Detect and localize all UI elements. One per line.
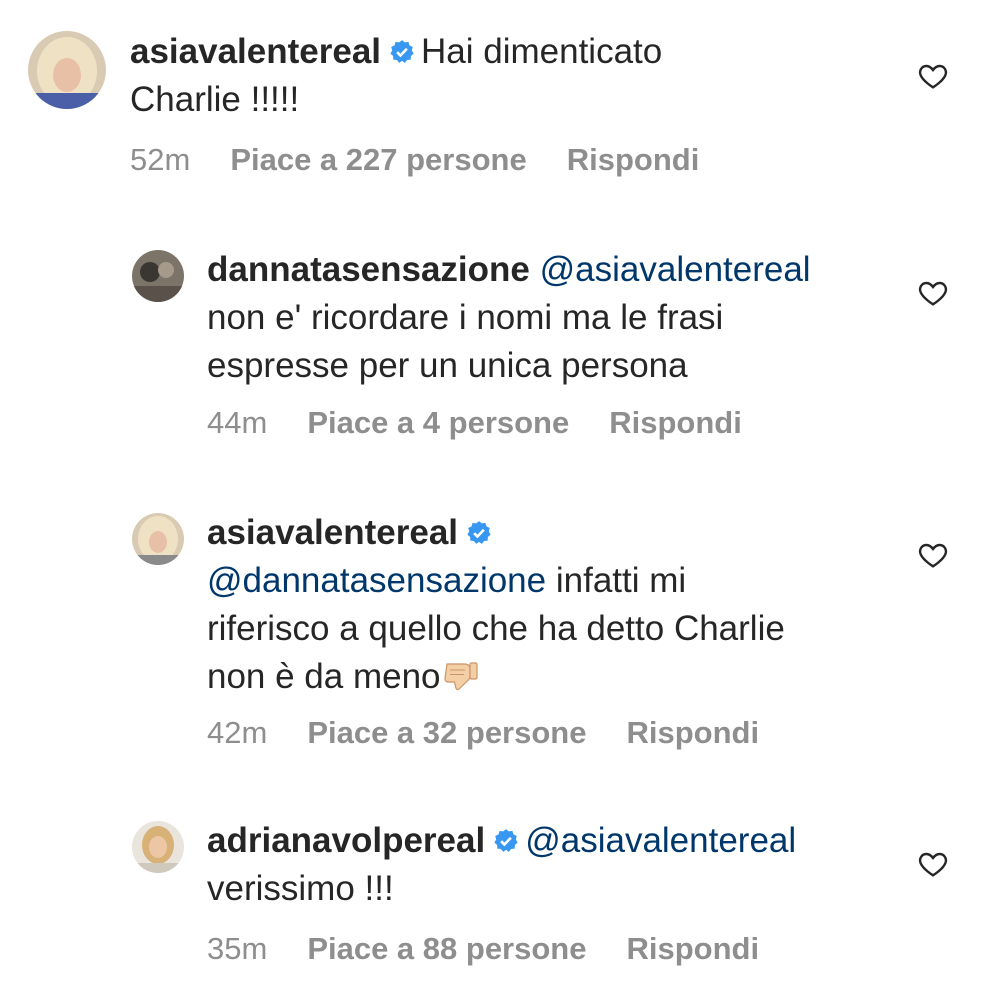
comment-text: espresse per un unica persona (207, 346, 688, 385)
thumbs-down-emoji-icon (441, 656, 481, 696)
comment-body: asiavalentereal Hai dimenticato Charlie !… (130, 28, 662, 124)
comment-meta: 44m Piace a 4 persone Rispondi (207, 403, 742, 443)
reply-button[interactable]: Rispondi (567, 142, 700, 177)
comment-body: asiavalentereal @dannatasensazione infat… (207, 509, 785, 701)
comment-text: Hai dimenticato (421, 32, 663, 71)
comment-time: 42m (207, 715, 268, 750)
heart-outline-icon[interactable] (916, 539, 950, 571)
comment-meta: 52m Piace a 227 persone Rispondi (130, 140, 699, 180)
comment-body: adrianavolpereal @asiavalentereal verissi… (207, 817, 796, 913)
username[interactable]: adrianavolpereal (207, 821, 485, 860)
comment-meta: 42m Piace a 32 persone Rispondi (207, 713, 759, 753)
comment-text: Charlie !!!!! (130, 80, 300, 119)
reply-button[interactable]: Rispondi (609, 405, 742, 440)
avatar[interactable] (132, 250, 184, 302)
avatar[interactable] (28, 31, 106, 109)
comment-time: 44m (207, 405, 268, 440)
comment-body: dannatasensazione @asiavalentereal non e… (207, 246, 811, 390)
comment-time: 52m (130, 142, 191, 177)
heart-outline-icon[interactable] (916, 277, 950, 309)
comment-text: verissimo !!! (207, 869, 394, 908)
verified-badge-icon (493, 828, 519, 854)
comment-text: riferisco a quello che ha detto Charlie (207, 609, 785, 648)
username[interactable]: asiavalentereal (207, 513, 458, 552)
heart-outline-icon[interactable] (916, 848, 950, 880)
likes-count[interactable]: Piace a 227 persone (230, 142, 526, 177)
verified-badge-icon (466, 520, 492, 546)
comment-meta: 35m Piace a 88 persone Rispondi (207, 929, 759, 969)
likes-count[interactable]: Piace a 88 persone (307, 931, 586, 966)
comment-time: 35m (207, 931, 268, 966)
avatar[interactable] (132, 821, 184, 873)
reply-button[interactable]: Rispondi (626, 931, 759, 966)
verified-badge-icon (389, 39, 415, 65)
comment-text: infatti mi (546, 561, 687, 600)
reply-button[interactable]: Rispondi (626, 715, 759, 750)
comment-text: non è da meno (207, 657, 441, 696)
mention-link[interactable]: @dannatasensazione (207, 561, 546, 600)
username[interactable]: dannatasensazione (207, 250, 530, 289)
mention-link[interactable]: @asiavalentereal (540, 250, 811, 289)
username[interactable]: asiavalentereal (130, 32, 381, 71)
likes-count[interactable]: Piace a 4 persone (307, 405, 569, 440)
likes-count[interactable]: Piace a 32 persone (307, 715, 586, 750)
comment-text: non e' ricordare i nomi ma le frasi (207, 298, 724, 337)
avatar[interactable] (132, 513, 184, 565)
heart-outline-icon[interactable] (916, 60, 950, 92)
mention-link[interactable]: @asiavalentereal (525, 821, 796, 860)
